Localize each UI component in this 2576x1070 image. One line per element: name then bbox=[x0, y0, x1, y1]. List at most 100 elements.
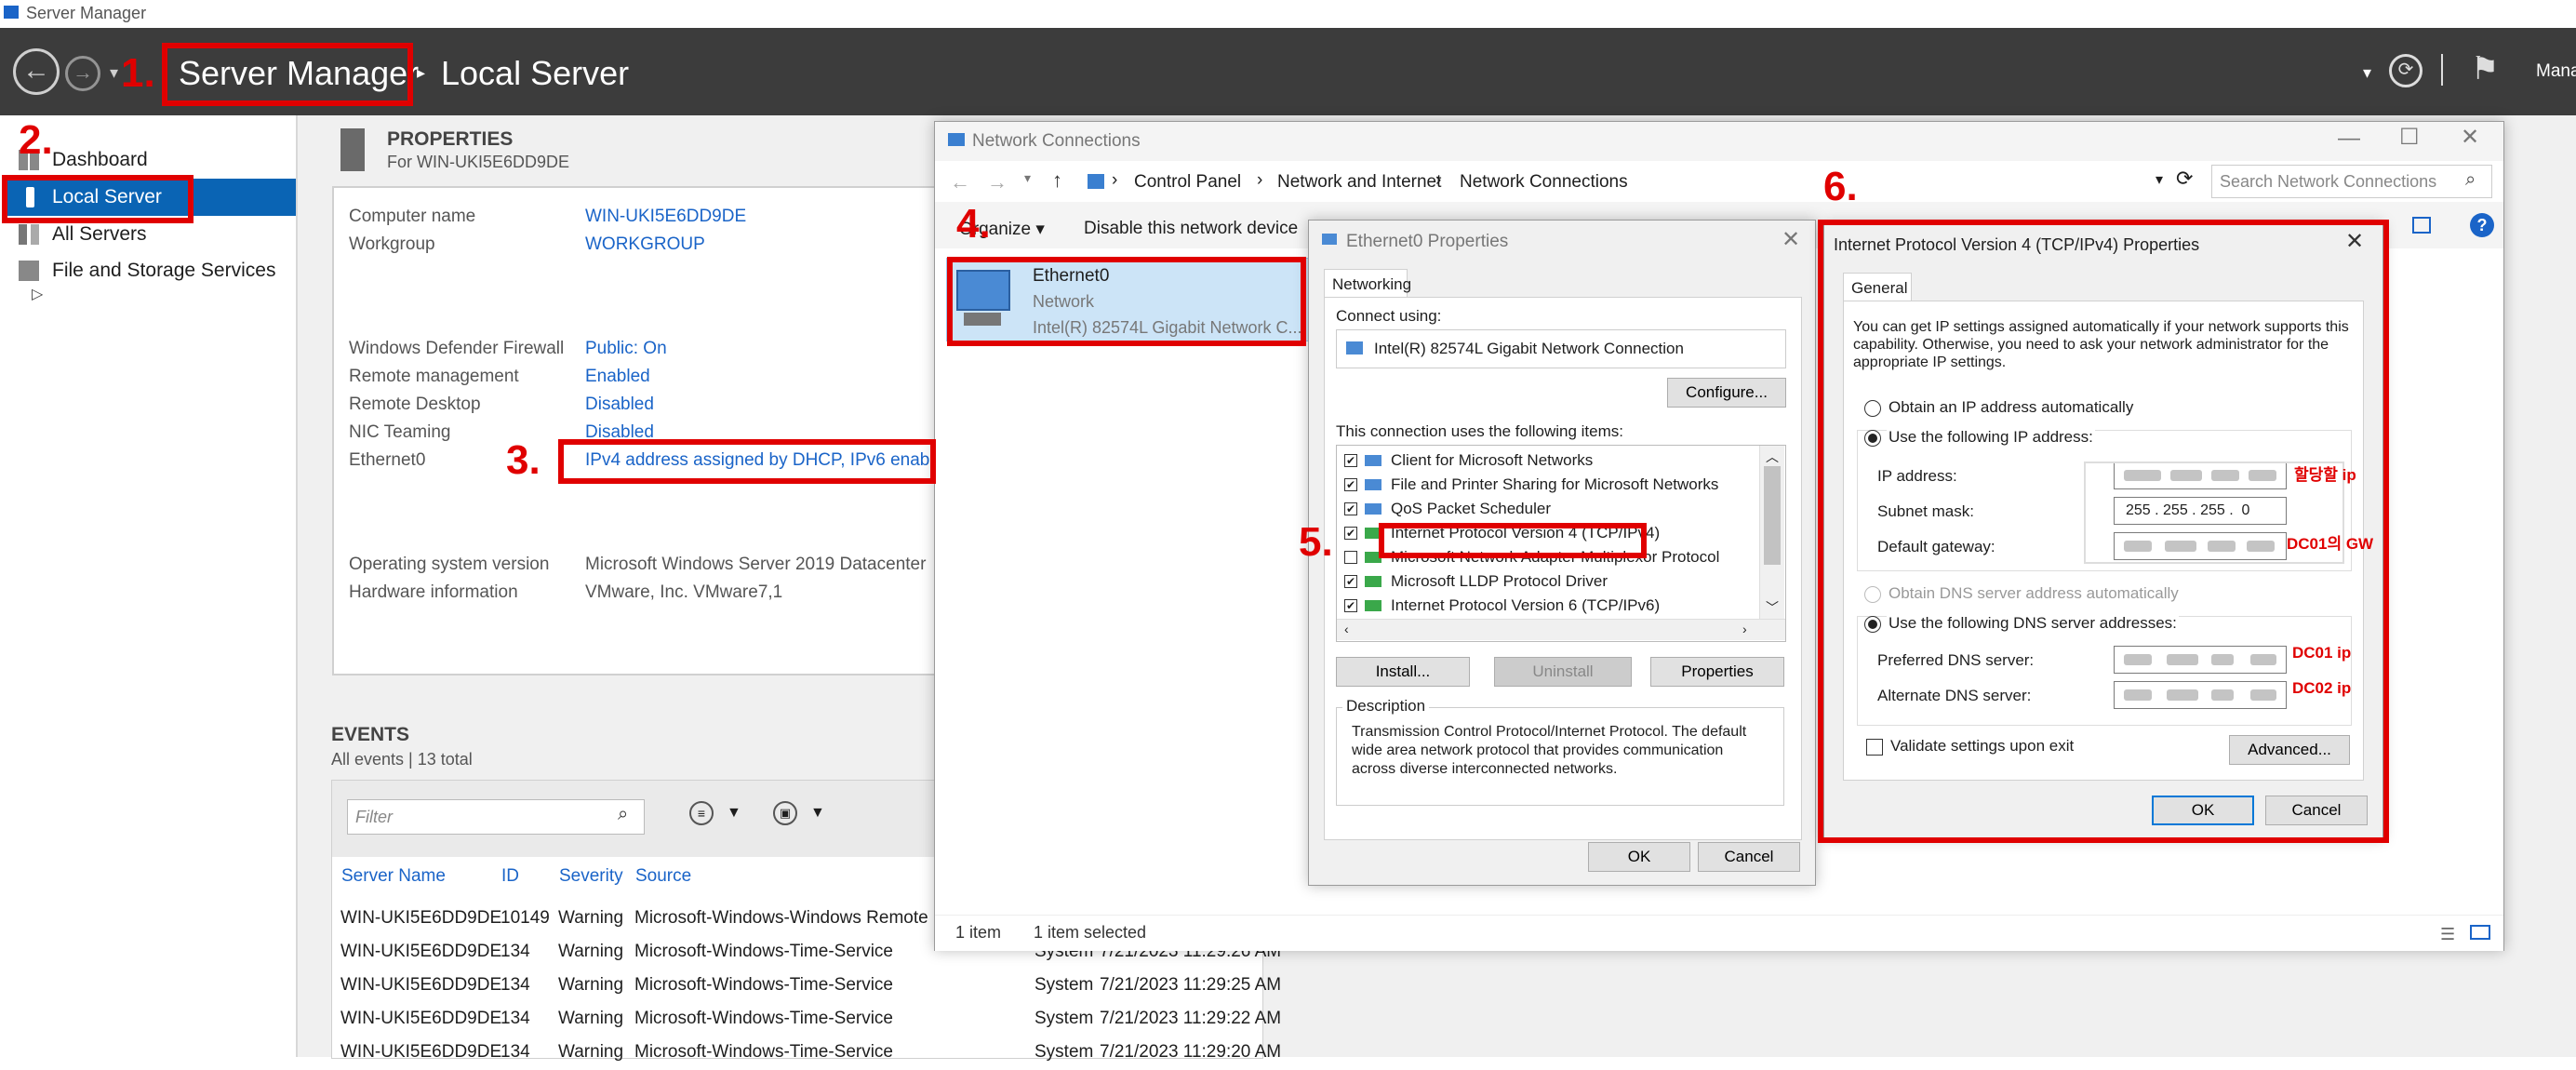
event-cell-server: WIN-UKI5E6DD9DE bbox=[340, 1042, 502, 1062]
breadcrumb-chevron-icon[interactable]: › bbox=[1112, 170, 1117, 191]
col-source[interactable]: Source bbox=[635, 866, 691, 887]
tab-networking[interactable]: Networking bbox=[1324, 269, 1412, 298]
annotation-dns2-note: DC02 ip bbox=[2292, 679, 2352, 697]
properties-card: Computer name WIN-UKI5E6DD9DE Workgroup … bbox=[332, 186, 1006, 675]
save-query-dropdown-icon[interactable]: ▼ bbox=[810, 805, 825, 822]
back-button[interactable]: ← bbox=[13, 48, 60, 95]
forward-arrow-icon[interactable]: → bbox=[987, 170, 1008, 194]
event-cell-severity: Warning bbox=[558, 942, 624, 961]
component-checkbox[interactable]: ✔ bbox=[1344, 454, 1357, 467]
tab-label: Networking bbox=[1332, 275, 1412, 293]
list-options-dropdown-icon[interactable]: ▼ bbox=[727, 805, 741, 822]
sidebar-item-file-storage[interactable]: File and Storage Services ▷ bbox=[19, 260, 296, 304]
maximize-button[interactable]: ☐ bbox=[2399, 124, 2420, 151]
back-arrow-icon[interactable]: ← bbox=[950, 170, 970, 194]
breadcrumb-chevron-icon[interactable]: › bbox=[1257, 170, 1262, 191]
component-checkbox[interactable]: ✔ bbox=[1344, 478, 1357, 491]
computer-name-link[interactable]: WIN-UKI5E6DD9DE bbox=[585, 207, 746, 227]
close-button[interactable]: ✕ bbox=[2461, 124, 2479, 151]
help-icon[interactable]: ? bbox=[2470, 213, 2494, 237]
prop-label: Windows Defender Firewall bbox=[349, 339, 565, 358]
col-server-name[interactable]: Server Name bbox=[341, 866, 446, 887]
manage-menu[interactable]: Mana bbox=[2536, 61, 2576, 82]
preview-pane-icon[interactable] bbox=[2412, 217, 2431, 234]
history-dropdown-icon[interactable]: ▾ bbox=[110, 63, 118, 83]
events-subtitle: All events | 13 total bbox=[331, 750, 473, 769]
properties-button[interactable]: Properties bbox=[1650, 657, 1784, 687]
sidebar-item-all-servers[interactable]: All Servers bbox=[19, 223, 147, 246]
component-item[interactable]: ✔ Microsoft LLDP Protocol Driver bbox=[1337, 570, 1755, 593]
scroll-left-icon[interactable]: ‹ bbox=[1344, 622, 1349, 636]
scroll-thumb[interactable] bbox=[1764, 466, 1781, 565]
remote-desktop-link[interactable]: Disabled bbox=[585, 395, 654, 415]
annotation-number-5: 5. bbox=[1299, 519, 1333, 565]
event-cell-log: System bbox=[1034, 1009, 1094, 1028]
expand-chevron-icon[interactable]: ▷ bbox=[32, 287, 43, 302]
events-filter-input[interactable]: Filter ⌕ bbox=[347, 799, 645, 835]
breadcrumb-chevron-icon[interactable]: › bbox=[1435, 170, 1441, 191]
search-placeholder: Search Network Connections bbox=[2220, 172, 2437, 191]
search-network-connections-input[interactable]: Search Network Connections ⌕ bbox=[2211, 165, 2492, 198]
component-checkbox[interactable]: ✔ bbox=[1344, 527, 1357, 540]
breadcrumb-network-connections[interactable]: Network Connections bbox=[1460, 172, 1628, 193]
connect-using-label: Connect using: bbox=[1336, 307, 1442, 325]
breadcrumb-control-panel[interactable]: Control Panel bbox=[1134, 172, 1241, 193]
annotation-number-2: 2. bbox=[19, 117, 53, 163]
status-bar: 1 item 1 item selected ☰ bbox=[935, 915, 2503, 951]
event-cell-server: WIN-UKI5E6DD9DE bbox=[340, 1009, 502, 1028]
vertical-scrollbar[interactable]: ︿ ﹀ bbox=[1759, 446, 1784, 619]
os-version-value: Microsoft Windows Server 2019 Datacenter bbox=[585, 555, 927, 574]
horizontal-scrollbar[interactable]: ‹ › bbox=[1337, 619, 1785, 640]
component-checkbox[interactable]: ✔ bbox=[1344, 599, 1357, 612]
disable-device-button[interactable]: Disable this network device bbox=[1084, 219, 1298, 239]
search-icon[interactable]: ⌕ bbox=[618, 804, 628, 825]
minimize-button[interactable]: — bbox=[2338, 126, 2360, 152]
remote-management-link[interactable]: Enabled bbox=[585, 367, 650, 387]
component-checkbox[interactable]: ✔ bbox=[1344, 502, 1357, 515]
scroll-down-icon[interactable]: ﹀ bbox=[1766, 598, 1779, 617]
search-icon[interactable]: ⌕ bbox=[2465, 169, 2476, 191]
notifications-dropdown-icon[interactable]: ▾ bbox=[2363, 63, 2371, 83]
close-button[interactable]: ✕ bbox=[1782, 226, 1800, 253]
component-checkbox[interactable]: ✔ bbox=[1344, 575, 1357, 588]
annotation-number-4: 4. bbox=[956, 201, 991, 247]
uninstall-button[interactable]: Uninstall bbox=[1494, 657, 1632, 687]
prop-label: Computer name bbox=[349, 207, 476, 226]
component-item[interactable]: ✔ Internet Protocol Version 6 (TCP/IPv6) bbox=[1337, 595, 1755, 617]
scroll-up-icon[interactable]: ︿ bbox=[1766, 448, 1779, 466]
component-checkbox[interactable] bbox=[1344, 551, 1357, 564]
install-button[interactable]: Install... bbox=[1336, 657, 1470, 687]
annotation-dns1-note: DC01 ip bbox=[2292, 644, 2352, 662]
address-dropdown-icon[interactable]: ▾ bbox=[2156, 170, 2163, 189]
refresh-icon[interactable]: ⟳ bbox=[2389, 54, 2423, 87]
status-item-count: 1 item bbox=[955, 923, 1002, 942]
annotation-box-3 bbox=[558, 439, 936, 484]
up-arrow-icon[interactable]: ↑ bbox=[1052, 168, 1062, 193]
event-cell-source: Microsoft-Windows-Time-Service bbox=[634, 942, 893, 961]
firewall-link[interactable]: Public: On bbox=[585, 339, 667, 359]
component-item[interactable]: ✔ Client for Microsoft Networks bbox=[1337, 449, 1755, 472]
large-icons-view-icon[interactable] bbox=[2470, 925, 2490, 940]
scroll-right-icon[interactable]: › bbox=[1742, 622, 1747, 636]
col-id[interactable]: ID bbox=[501, 866, 519, 887]
configure-button[interactable]: Configure... bbox=[1667, 378, 1786, 408]
flag-icon[interactable]: ⚑ bbox=[2471, 50, 2499, 87]
protocol-icon bbox=[1365, 576, 1381, 587]
event-cell-server: WIN-UKI5E6DD9DE bbox=[340, 975, 502, 995]
network-adapter-icon bbox=[1322, 234, 1337, 245]
hardware-value: VMware, Inc. VMware7,1 bbox=[585, 582, 783, 602]
workgroup-link[interactable]: WORKGROUP bbox=[585, 234, 705, 255]
refresh-icon[interactable]: ⟳ bbox=[2176, 167, 2193, 191]
network-adapter-icon bbox=[1346, 341, 1363, 354]
col-severity[interactable]: Severity bbox=[559, 866, 623, 887]
component-item[interactable]: ✔ QoS Packet Scheduler bbox=[1337, 498, 1755, 520]
list-options-icon[interactable]: ≡ bbox=[689, 801, 714, 825]
breadcrumb-network-internet[interactable]: Network and Internet bbox=[1277, 172, 1441, 193]
cancel-button[interactable]: Cancel bbox=[1698, 842, 1800, 872]
component-item[interactable]: ✔ File and Printer Sharing for Microsoft … bbox=[1337, 474, 1755, 496]
recent-dropdown-icon[interactable]: ▾ bbox=[1024, 170, 1031, 186]
details-view-icon[interactable]: ☰ bbox=[2440, 925, 2455, 944]
ok-button[interactable]: OK bbox=[1588, 842, 1690, 872]
save-query-icon[interactable]: ▣ bbox=[773, 801, 797, 825]
forward-button[interactable]: → bbox=[65, 56, 100, 91]
